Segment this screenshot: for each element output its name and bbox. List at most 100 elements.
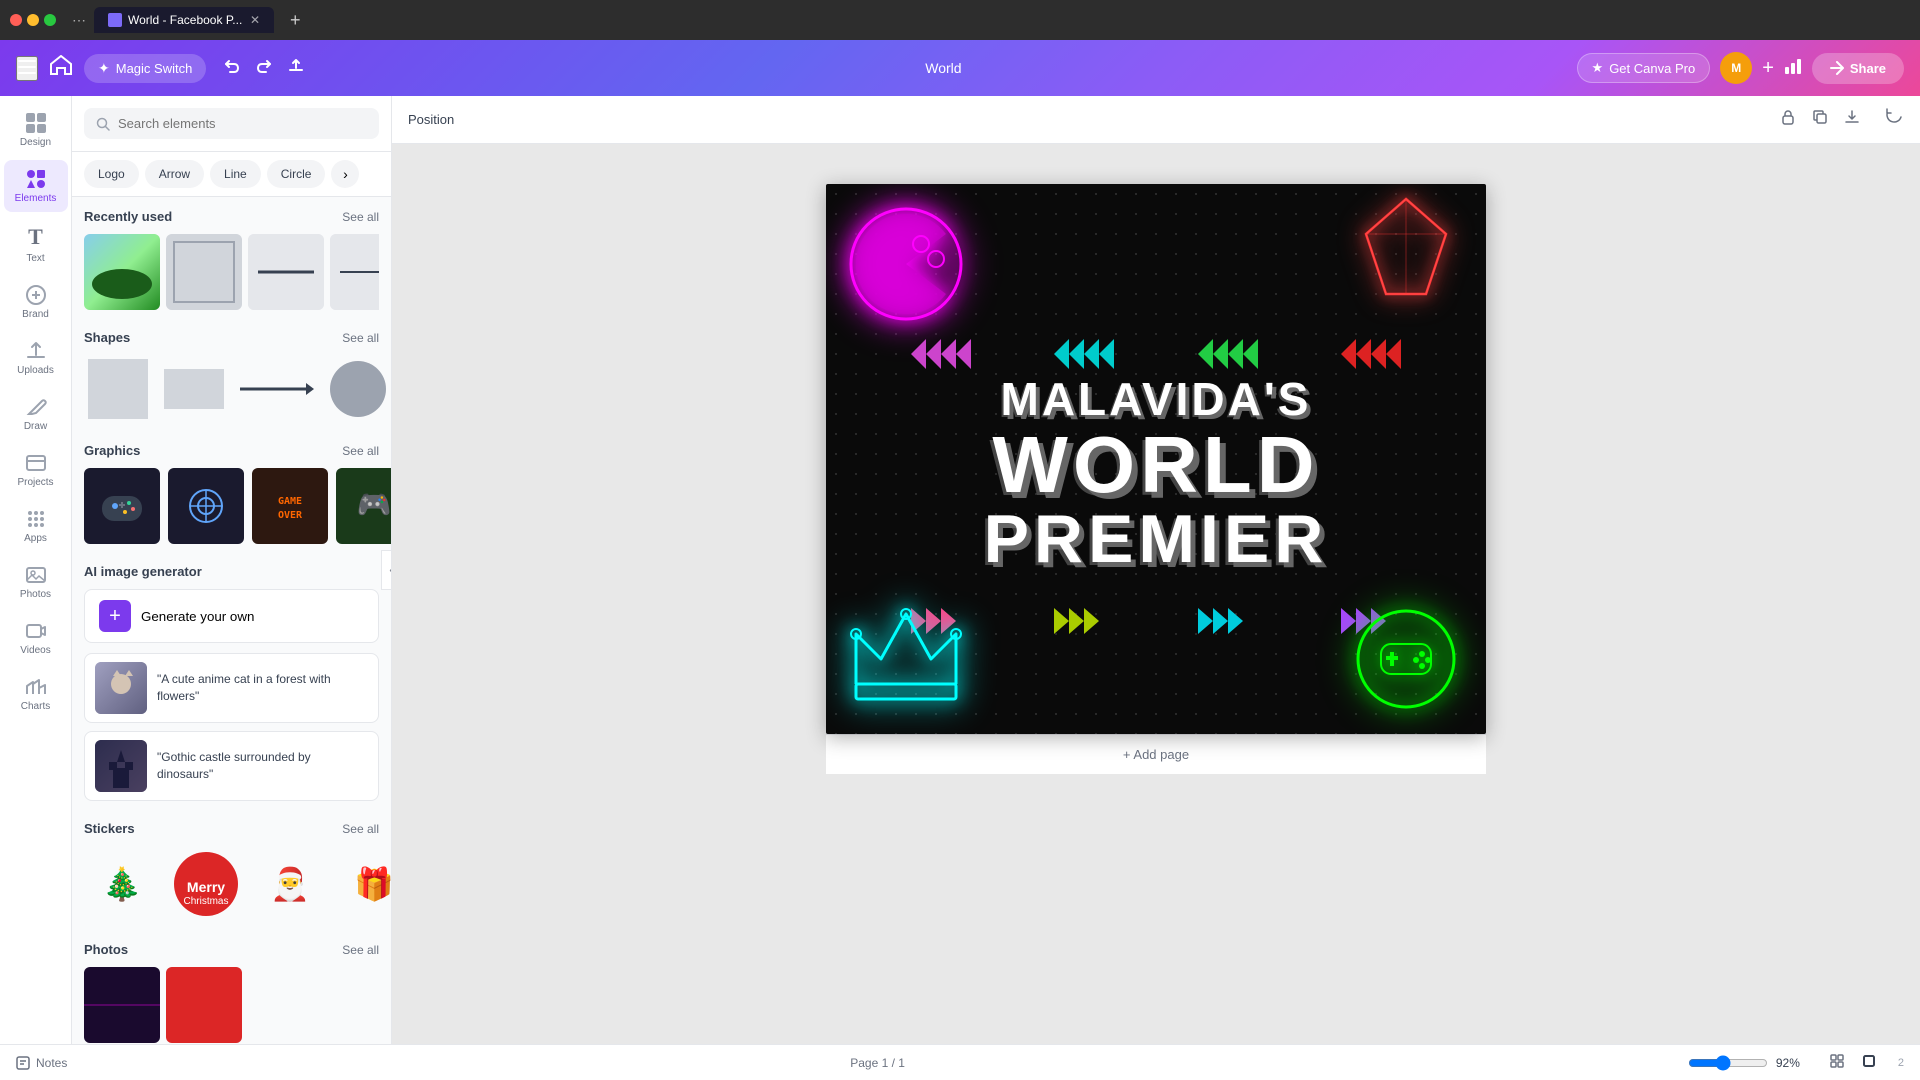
sidebar-item-charts[interactable]: Charts [4, 668, 68, 720]
photo-thumb-2[interactable] [166, 967, 242, 1043]
refresh-button[interactable] [1884, 107, 1904, 132]
save-button[interactable] [282, 54, 310, 83]
ai-plus-icon: + [99, 600, 131, 632]
add-page-bar[interactable]: + Add page [826, 734, 1486, 774]
new-tab-button[interactable]: + [282, 8, 309, 33]
projects-label: Projects [17, 477, 53, 488]
top-right-buttons: ★ Get Canva Pro M + Share [1577, 52, 1904, 84]
recently-used-see-all[interactable]: See all [342, 210, 379, 224]
filter-circle[interactable]: Circle [267, 160, 326, 188]
filter-arrow[interactable]: Arrow [145, 160, 204, 188]
graphic-extra[interactable]: 🎮 [336, 468, 391, 544]
zoom-level: 92% [1776, 1056, 1812, 1070]
analytics-button[interactable] [1784, 57, 1802, 80]
svg-text:🎮: 🎮 [357, 489, 391, 520]
photos-section: Photos See all [84, 942, 379, 1043]
sidebar-item-uploads[interactable]: Uploads [4, 332, 68, 384]
magic-switch-button[interactable]: ✦ Magic Switch [84, 54, 206, 83]
share-button[interactable]: Share [1812, 53, 1904, 84]
panel-collapse-handle[interactable]: ‹ [381, 550, 392, 590]
ai-example-2[interactable]: "Gothic castle surrounded by dinosaurs" [84, 731, 379, 801]
ai-generator-section: AI image generator + Generate your own "… [84, 564, 379, 801]
sidebar-item-design[interactable]: Design [4, 104, 68, 156]
graphics-header: Graphics See all [84, 443, 379, 458]
sticker-2[interactable]: MerryChristmas [168, 846, 244, 922]
export-button[interactable] [1840, 105, 1864, 134]
sidebar-item-apps[interactable]: Apps [4, 500, 68, 552]
photo-thumb-1[interactable] [84, 967, 160, 1043]
recent-thumb-2[interactable] [166, 234, 242, 310]
zoom-area: 92% [1688, 1055, 1812, 1071]
recent-thumb-1[interactable] [84, 234, 160, 310]
ai-generate-button[interactable]: + Generate your own [84, 589, 379, 643]
undo-button[interactable] [218, 54, 246, 83]
add-page-label: + Add page [1123, 747, 1189, 762]
recent-thumb-4[interactable] [330, 234, 379, 310]
sidebar-item-videos[interactable]: Videos [4, 612, 68, 664]
get-pro-button[interactable]: ★ Get Canva Pro [1577, 53, 1711, 83]
graphic-game-over[interactable]: GAMEOVER [252, 468, 328, 544]
photos-label: Photos [20, 589, 51, 600]
elements-icon [25, 168, 47, 190]
zoom-slider[interactable] [1688, 1055, 1768, 1071]
design-label: Design [20, 137, 51, 148]
photos-thumbs [84, 967, 379, 1043]
sidebar-item-brand[interactable]: Brand [4, 276, 68, 328]
recent-thumb-3[interactable] [248, 234, 324, 310]
user-avatar[interactable]: M [1720, 52, 1752, 84]
photos-see-all[interactable]: See all [342, 943, 379, 957]
sidebar-item-text[interactable]: T Text [4, 216, 68, 272]
ai-example-1[interactable]: "A cute anime cat in a forest with flowe… [84, 653, 379, 723]
sticker-4[interactable]: 🎁 [336, 846, 391, 922]
filter-logo[interactable]: Logo [84, 160, 139, 188]
videos-label: Videos [20, 645, 50, 656]
get-pro-label: Get Canva Pro [1609, 61, 1695, 76]
maximize-dot[interactable] [44, 14, 56, 26]
grid-view-button[interactable] [1824, 1052, 1850, 1073]
canvas-pacman [846, 204, 966, 324]
canvas-scroll[interactable]: MALAVIDA'S WORLD PREMIER [392, 144, 1920, 1044]
add-collaborator-button[interactable]: + [1762, 57, 1774, 80]
tab-close-icon[interactable]: ✕ [250, 13, 260, 27]
graphics-see-all[interactable]: See all [342, 444, 379, 458]
magic-switch-label: Magic Switch [116, 61, 193, 76]
design-icon [25, 112, 47, 134]
shape-line[interactable] [236, 355, 316, 423]
graphic-gamepad-2[interactable] [168, 468, 244, 544]
sticker-1[interactable]: 🎄 [84, 846, 160, 922]
graphics-section: Graphics See all GAMEOVER [84, 443, 379, 544]
browser-dots [10, 14, 56, 26]
sticker-3[interactable]: 🎅 [252, 846, 328, 922]
sidebar-item-elements[interactable]: Elements [4, 160, 68, 212]
photos-header: Photos See all [84, 942, 379, 957]
graphic-gamepad-1[interactable] [84, 468, 160, 544]
sidebar-item-draw[interactable]: Draw [4, 388, 68, 440]
minimize-dot[interactable] [27, 14, 39, 26]
top-toolbar: ✦ Magic Switch World ★ Get Canva Pro M + [0, 40, 1920, 96]
lock-button[interactable] [1776, 105, 1800, 134]
home-button[interactable] [50, 55, 72, 81]
redo-button[interactable] [250, 54, 278, 83]
uploads-label: Uploads [17, 365, 54, 376]
design-canvas[interactable]: MALAVIDA'S WORLD PREMIER [826, 184, 1486, 734]
single-view-button[interactable] [1856, 1052, 1882, 1073]
sidebar-item-projects[interactable]: Projects [4, 444, 68, 496]
shape-rect[interactable] [160, 355, 228, 423]
filter-tabs-scroll-right[interactable]: › [331, 160, 359, 188]
notes-button[interactable]: Notes [16, 1056, 67, 1070]
copy-button[interactable] [1808, 105, 1832, 134]
charts-label: Charts [21, 701, 50, 712]
shapes-see-all[interactable]: See all [342, 331, 379, 345]
menu-button[interactable] [16, 56, 38, 81]
canvas-title-malavida: MALAVIDA'S [826, 374, 1486, 425]
shape-square[interactable] [84, 355, 152, 423]
search-box[interactable] [84, 108, 379, 139]
stickers-see-all[interactable]: See all [342, 822, 379, 836]
shapes-header: Shapes See all [84, 330, 379, 345]
active-browser-tab[interactable]: World - Facebook P... ✕ [94, 7, 274, 33]
shape-circle[interactable] [324, 355, 391, 423]
close-dot[interactable] [10, 14, 22, 26]
sidebar-item-photos[interactable]: Photos [4, 556, 68, 608]
search-input[interactable] [118, 116, 367, 131]
filter-line[interactable]: Line [210, 160, 261, 188]
